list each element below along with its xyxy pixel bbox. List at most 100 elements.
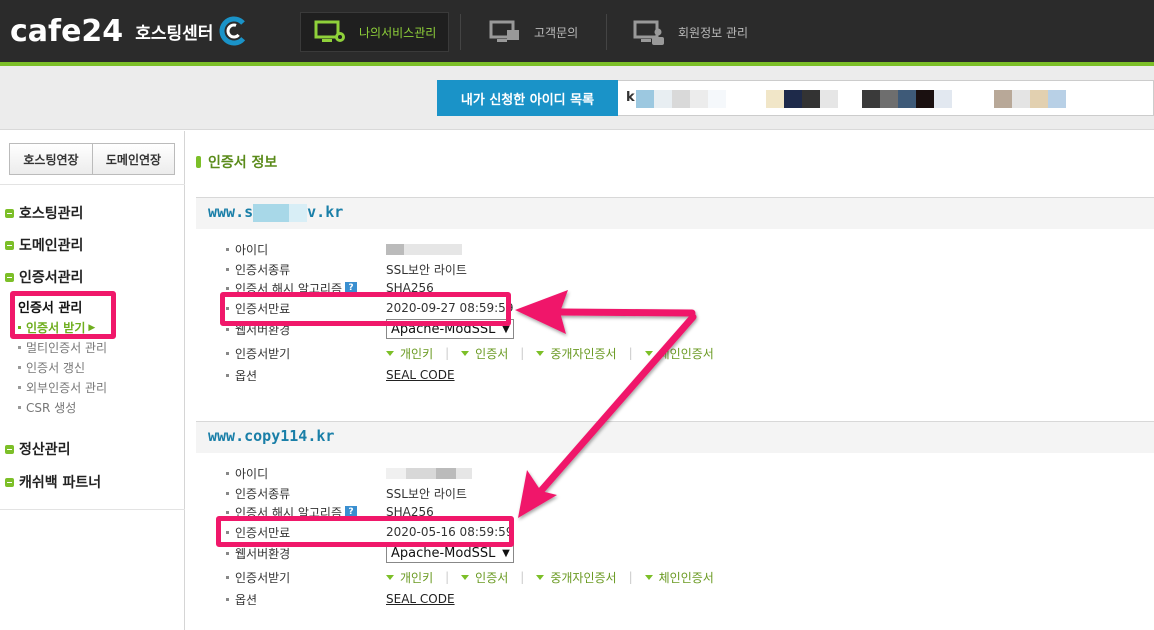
- bullet-icon: [18, 386, 21, 389]
- download-intermediate-link[interactable]: 중개자인증서: [536, 345, 617, 362]
- monitor-user-icon: [633, 20, 664, 45]
- download-chain-link[interactable]: 체인인증서: [644, 345, 714, 362]
- redacted-pixel: [766, 90, 784, 108]
- top-navigation-bar: cafe24 호스팅센터 나의서비스관리 고객문의 회원정보 관리: [0, 0, 1154, 62]
- cafe24-logo[interactable]: cafe24 호스팅센터: [10, 13, 249, 49]
- nav-label: 고객문의: [534, 25, 579, 40]
- triangle-down-icon: [536, 574, 545, 580]
- id-value-redacted: [386, 464, 472, 482]
- bullet-icon: [226, 471, 229, 475]
- redacted-pixel: [708, 90, 726, 108]
- link-separator: |: [445, 346, 450, 360]
- nav-label: 회원정보 관리: [678, 25, 749, 40]
- redacted-pixel: [386, 467, 406, 479]
- sidebar-item-certificate[interactable]: 인증서관리: [5, 267, 83, 287]
- field-download: 인증서받기: [226, 344, 290, 362]
- bullet-icon: [18, 346, 21, 349]
- cert-type-value: SSL보안 라이트: [386, 262, 467, 277]
- domain-extend-button[interactable]: 도메인연장: [93, 143, 175, 175]
- logo-text: cafe24: [10, 13, 124, 49]
- monitor-chat-icon: [489, 20, 519, 42]
- redacted-pixel: [916, 90, 934, 108]
- sidebar-sub-cert-renew[interactable]: 인증서 갱신: [18, 359, 85, 376]
- link-separator: |: [628, 346, 633, 360]
- download-cert-link[interactable]: 인증서: [461, 569, 508, 586]
- field-label: 인증서받기: [235, 346, 291, 361]
- nav-member-info[interactable]: 회원정보 관리: [632, 12, 748, 52]
- page-title-text: 인증서 정보: [208, 155, 278, 171]
- sidebar-sub-external-cert[interactable]: 외부인증서 관리: [18, 379, 107, 396]
- bullet-icon: [226, 247, 229, 251]
- domain-name: www.s v.kr: [208, 203, 343, 222]
- bullet-icon: [5, 272, 14, 282]
- id-value-redacted: [386, 240, 462, 258]
- redacted-pixel: [784, 90, 802, 108]
- redacted-pixel: [820, 90, 838, 108]
- hosting-extend-button[interactable]: 호스팅연장: [9, 143, 93, 175]
- sidebar-divider: [0, 184, 185, 185]
- sidebar-sub-label: 멀티인증서 관리: [26, 341, 108, 355]
- field-options: 옵션: [226, 366, 257, 384]
- sidebar-item-cashback[interactable]: 캐쉬백 파트너: [5, 472, 101, 492]
- redacted-pixel: [436, 467, 456, 479]
- triangle-down-icon: [386, 574, 394, 580]
- nav-customer-inquiry[interactable]: 고객문의: [488, 12, 578, 52]
- nav-my-service[interactable]: 나의서비스관리: [300, 12, 450, 52]
- field-label: 웹서버환경: [235, 546, 291, 561]
- domain-prefix: www.s: [208, 203, 254, 221]
- bullet-icon: [18, 406, 21, 409]
- redacted-pixel: [253, 203, 290, 222]
- field-label: 아이디: [235, 466, 269, 481]
- field-cert-type: 인증서종류: [226, 260, 290, 278]
- bullet-icon: [226, 327, 229, 331]
- download-private-key-link[interactable]: 개인키: [386, 345, 433, 362]
- field-options: 옵션: [226, 590, 257, 608]
- bullet-icon: [5, 208, 14, 218]
- sidebar-item-label: 정산관리: [19, 442, 71, 458]
- bullet-icon: [226, 575, 229, 579]
- sidebar-item-hosting[interactable]: 호스팅관리: [5, 203, 83, 223]
- triangle-down-icon: [461, 350, 470, 356]
- sidebar-sub-label: 외부인증서 관리: [26, 381, 108, 395]
- domain-name: www.copy114.kr: [208, 427, 335, 445]
- sidebar-sub-multi-cert[interactable]: 멀티인증서 관리: [18, 339, 107, 356]
- field-label: 옵션: [235, 592, 258, 607]
- sidebar: 호스팅연장 도메인연장 호스팅관리 도메인관리 인증서관리 인증서 관리 인증서…: [0, 131, 185, 630]
- logo-c-icon: [219, 16, 249, 46]
- redacted-pixel: [386, 243, 404, 255]
- triangle-down-icon: [644, 350, 653, 356]
- link-label: 인증서: [475, 570, 509, 585]
- bullet-icon: [5, 240, 14, 250]
- id-list-box[interactable]: k: [618, 80, 1154, 116]
- sidebar-item-domain[interactable]: 도메인관리: [5, 235, 83, 255]
- link-label: 인증서: [475, 346, 509, 361]
- sidebar-sub-csr[interactable]: CSR 생성: [18, 399, 76, 416]
- highlight-box-expiry-1: [220, 292, 511, 326]
- redacted-pixel: [862, 90, 880, 108]
- monitor-gear-icon: [314, 20, 345, 42]
- download-private-key-link[interactable]: 개인키: [386, 569, 433, 586]
- link-separator: |: [520, 346, 525, 360]
- sidebar-item-label: 인증서관리: [19, 270, 84, 286]
- redacted-pixel: [880, 90, 898, 108]
- nav-label: 나의서비스관리: [359, 25, 437, 40]
- download-intermediate-link[interactable]: 중개자인증서: [536, 569, 617, 586]
- triangle-down-icon: [644, 574, 653, 580]
- download-chain-link[interactable]: 체인인증서: [644, 569, 714, 586]
- seal-code-link[interactable]: SEAL CODE: [386, 366, 455, 384]
- logo-subtitle: 호스팅센터: [135, 23, 214, 44]
- link-label: 개인키: [400, 570, 434, 585]
- bullet-icon: [226, 373, 229, 377]
- nav-divider: [606, 14, 607, 50]
- link-separator: |: [445, 570, 450, 584]
- redacted-pixel: [456, 467, 472, 479]
- triangle-down-icon: [536, 350, 545, 356]
- field-label: 인증서종류: [235, 486, 291, 501]
- download-cert-link[interactable]: 인증서: [461, 345, 508, 362]
- seal-code-link[interactable]: SEAL CODE: [386, 590, 455, 608]
- field-label: 아이디: [235, 242, 269, 257]
- nav-divider: [460, 14, 461, 50]
- sidebar-item-settlement[interactable]: 정산관리: [5, 439, 71, 459]
- highlight-box-sidebar: [10, 291, 116, 339]
- redacted-pixel: [802, 90, 820, 108]
